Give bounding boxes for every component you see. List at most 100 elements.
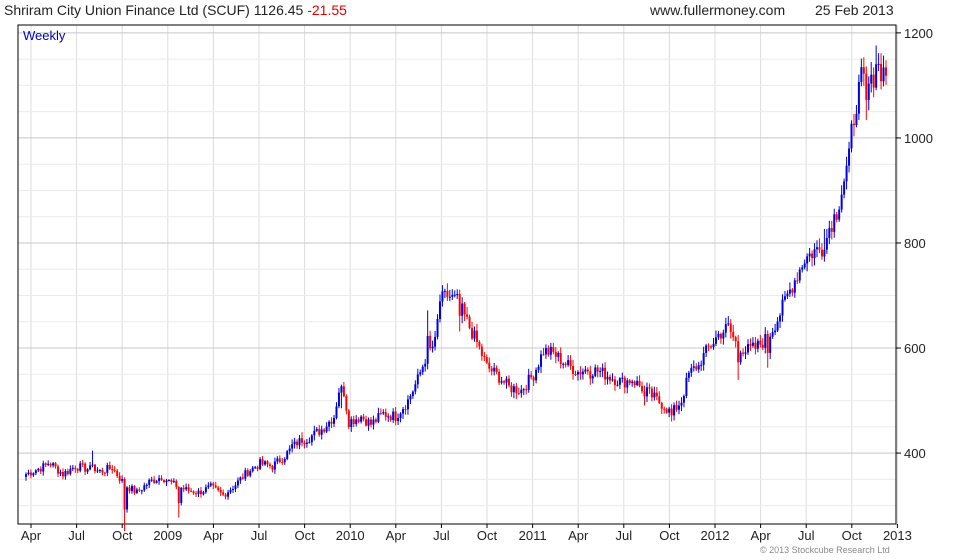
candle-body bbox=[340, 386, 343, 393]
candle-body bbox=[91, 464, 94, 466]
candle-body bbox=[126, 487, 129, 510]
candle-body bbox=[288, 448, 291, 452]
candle-body bbox=[515, 386, 518, 394]
candle-body bbox=[700, 364, 703, 366]
candle-body bbox=[394, 411, 397, 421]
candle-body bbox=[811, 253, 814, 259]
candle-body bbox=[742, 352, 745, 354]
candle-body bbox=[303, 442, 306, 445]
candle-body bbox=[379, 413, 382, 415]
candle-body bbox=[732, 331, 735, 338]
candle-body bbox=[352, 419, 355, 425]
candle-body bbox=[493, 367, 496, 372]
candle-body bbox=[747, 344, 750, 353]
candle-body bbox=[113, 470, 116, 472]
candle-body bbox=[473, 330, 476, 339]
candle-body bbox=[47, 463, 50, 465]
candle-body bbox=[658, 396, 661, 403]
candle-body bbox=[665, 409, 668, 413]
candle-body bbox=[241, 477, 244, 479]
candle-body bbox=[468, 316, 471, 328]
y-tick-label: 400 bbox=[904, 446, 926, 461]
candle-body bbox=[128, 487, 131, 492]
candle-body bbox=[300, 438, 303, 443]
candle-body bbox=[419, 372, 422, 375]
candle-body bbox=[475, 330, 478, 342]
candle-body bbox=[867, 83, 870, 100]
candle-body bbox=[719, 333, 722, 339]
candle-body bbox=[76, 469, 79, 471]
candle-body bbox=[135, 489, 138, 493]
candle-body bbox=[594, 367, 597, 376]
candle-body bbox=[345, 396, 348, 411]
candle-body bbox=[37, 468, 40, 471]
candle-body bbox=[451, 294, 454, 297]
x-tick-label: Apr bbox=[568, 528, 589, 543]
candle-body bbox=[145, 484, 148, 486]
candle-body bbox=[416, 374, 419, 385]
candle-body bbox=[453, 294, 456, 296]
candle-body bbox=[172, 480, 175, 482]
candle-body bbox=[182, 487, 185, 490]
candle-body bbox=[885, 67, 887, 76]
x-tick-label: Oct bbox=[842, 528, 863, 543]
candle-body bbox=[860, 67, 863, 82]
x-tick-label: 2011 bbox=[519, 528, 547, 543]
candle-body bbox=[103, 472, 106, 474]
candle-body bbox=[443, 290, 446, 292]
x-tick-label: Apr bbox=[21, 528, 42, 543]
candle-body bbox=[678, 405, 681, 410]
candle-body bbox=[305, 442, 308, 445]
candle-body bbox=[685, 377, 688, 396]
candle-body bbox=[190, 490, 193, 492]
candle-body bbox=[227, 492, 230, 497]
y-tick-label: 1200 bbox=[904, 26, 933, 41]
candle-body bbox=[357, 419, 360, 422]
candle-body bbox=[820, 249, 823, 257]
candle-body bbox=[483, 356, 486, 358]
x-tick-label: Apr bbox=[750, 528, 771, 543]
candle-body bbox=[542, 354, 545, 356]
candle-body bbox=[618, 378, 621, 385]
x-tick-label: Apr bbox=[203, 528, 224, 543]
candle-body bbox=[441, 291, 444, 302]
y-tick-label: 800 bbox=[904, 236, 926, 251]
candle-body bbox=[158, 478, 161, 482]
candle-body bbox=[133, 485, 136, 493]
candle-body bbox=[259, 459, 262, 469]
candle-body bbox=[783, 296, 786, 300]
candle-body bbox=[195, 493, 198, 495]
candle-body bbox=[670, 408, 673, 416]
candle-body bbox=[229, 489, 232, 493]
candle-body bbox=[687, 372, 690, 378]
candle-body bbox=[192, 491, 195, 494]
candle-body bbox=[96, 470, 99, 472]
candle-body bbox=[591, 375, 594, 379]
candle-body bbox=[480, 346, 483, 357]
candle-body bbox=[574, 374, 577, 376]
candle-body bbox=[101, 469, 104, 473]
candle-body bbox=[187, 487, 190, 491]
candle-body bbox=[199, 490, 202, 495]
candle-body bbox=[143, 485, 146, 491]
copyright-note: © 2013 Stockcube Research Ltd bbox=[760, 545, 890, 555]
candle-body bbox=[877, 63, 880, 65]
x-tick-label: Jul bbox=[68, 528, 85, 543]
candle-body bbox=[727, 323, 730, 325]
candle-body bbox=[774, 330, 777, 333]
candle-body bbox=[61, 472, 64, 477]
candle-body bbox=[165, 480, 168, 483]
candle-body bbox=[273, 461, 276, 470]
candle-body bbox=[74, 467, 77, 470]
candle-body bbox=[426, 335, 429, 364]
candle-body bbox=[631, 381, 634, 384]
candle-body bbox=[392, 411, 395, 420]
candle-body bbox=[355, 419, 358, 425]
candle-body bbox=[256, 467, 259, 469]
candle-body bbox=[367, 419, 370, 426]
candle-body bbox=[663, 408, 666, 410]
candle-body bbox=[140, 490, 143, 492]
candle-body bbox=[471, 327, 474, 339]
candle-body bbox=[456, 293, 459, 295]
candle-body bbox=[609, 376, 612, 381]
